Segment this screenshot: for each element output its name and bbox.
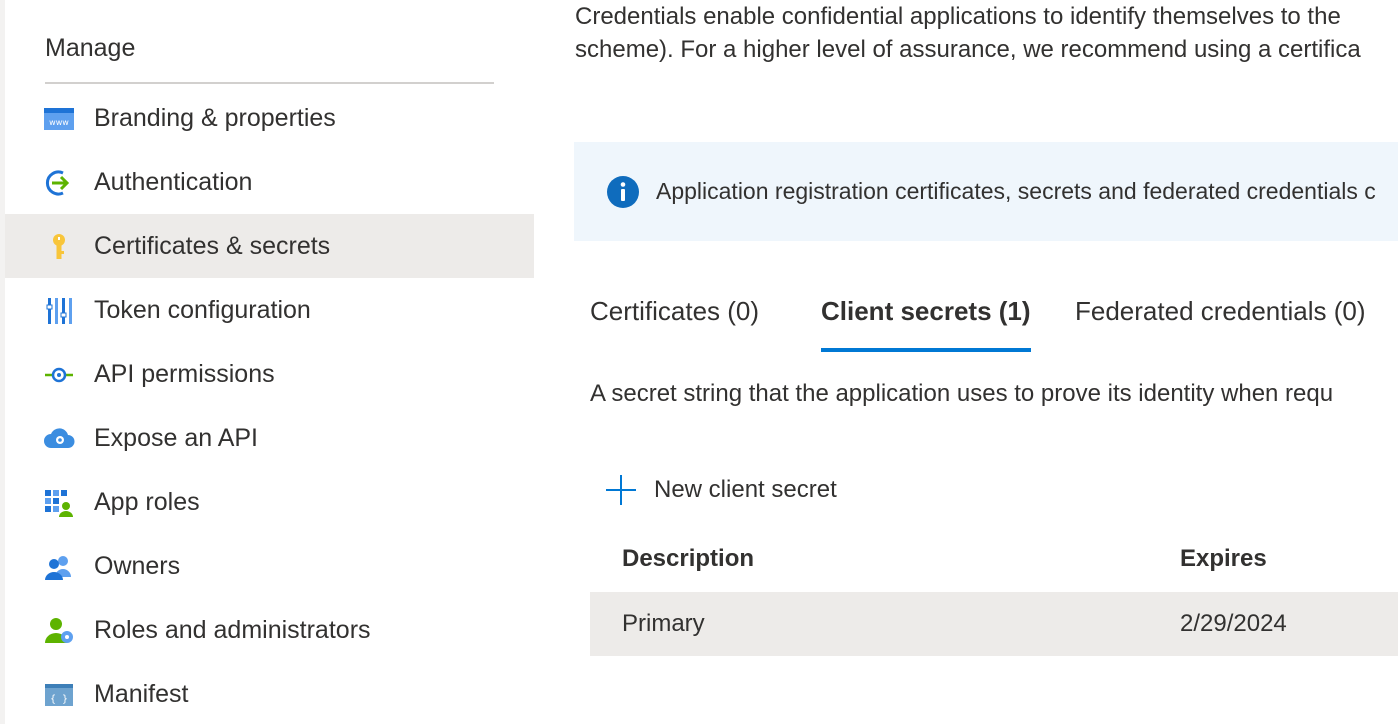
authentication-icon (43, 167, 75, 199)
sidebar-item-label: App roles (94, 487, 200, 516)
token-configuration-icon (43, 295, 75, 327)
client-secrets-table: Description Expires Primary 2/29/2024 (590, 530, 1398, 656)
sidebar-item-label: Token configuration (94, 295, 311, 324)
info-icon (607, 176, 639, 208)
sidebar-item-authentication[interactable]: Authentication (5, 150, 534, 214)
sidebar-item-label: Manifest (94, 679, 189, 708)
sidebar-item-token-configuration[interactable]: Token configuration (5, 278, 534, 342)
sidebar-item-label: Certificates & secrets (94, 231, 331, 260)
client-secrets-description: A secret string that the application use… (590, 380, 1334, 407)
svg-text:{ }: { } (50, 694, 68, 705)
sidebar-item-roles-administrators[interactable]: Roles and administrators (5, 598, 534, 662)
owners-icon (43, 551, 75, 583)
tab-label: Client secrets (1) (821, 296, 1031, 326)
sidebar-item-label: Expose an API (94, 423, 259, 452)
manifest-icon: { } (43, 679, 75, 711)
table-header: Description Expires (590, 530, 1398, 592)
table-row[interactable]: Primary 2/29/2024 (590, 592, 1398, 656)
sidebar-item-certificates-secrets[interactable]: Certificates & secrets (5, 214, 534, 278)
new-client-secret-button[interactable]: New client secret (604, 470, 837, 510)
plus-icon (604, 473, 638, 507)
secret-expires: 2/29/2024 (1180, 610, 1287, 637)
secret-description: Primary (622, 610, 705, 637)
sidebar-item-api-permissions[interactable]: API permissions (5, 342, 534, 406)
sidebar-item-label: Branding & properties (94, 103, 336, 132)
tab-client-secrets[interactable]: Client secrets (1) (821, 296, 1031, 352)
branding-icon: www (43, 103, 75, 135)
sidebar: Manage www Branding & properties Authent… (0, 0, 534, 724)
info-message-bar: Application registration certificates, s… (574, 142, 1398, 241)
intro-line-1: Credentials enable confidential applicat… (575, 3, 1341, 30)
sidebar-nav: www Branding & properties Authentication… (5, 86, 534, 726)
sidebar-item-owners[interactable]: Owners (5, 534, 534, 598)
tab-label: Certificates (0) (590, 296, 760, 326)
active-tab-indicator (821, 348, 1031, 352)
manage-section-title: Manage (45, 34, 136, 62)
main-content: Credentials enable confidential applicat… (534, 0, 1398, 724)
column-header-expires[interactable]: Expires (1180, 545, 1267, 573)
api-permissions-icon (43, 359, 75, 391)
sidebar-item-label: Roles and administrators (94, 615, 371, 644)
roles-admin-icon (43, 615, 75, 647)
tab-certificates[interactable]: Certificates (0) (590, 296, 759, 352)
app-roles-icon (43, 487, 75, 519)
sidebar-item-label: API permissions (94, 359, 275, 388)
sidebar-item-app-roles[interactable]: App roles (5, 470, 534, 534)
section-divider (45, 82, 494, 84)
intro-text: Credentials enable confidential applicat… (575, 0, 1398, 66)
intro-line-2: scheme). For a higher level of assurance… (575, 36, 1361, 63)
tab-federated-credentials[interactable]: Federated credentials (0) (1075, 296, 1365, 352)
new-client-secret-label: New client secret (654, 476, 837, 503)
tab-label: Federated credentials (0) (1075, 296, 1366, 326)
svg-text:www: www (49, 118, 69, 127)
cloud-gear-icon (43, 423, 75, 455)
sidebar-item-manifest[interactable]: { } Manifest (5, 662, 534, 726)
key-icon (43, 231, 75, 263)
sidebar-item-branding[interactable]: www Branding & properties (5, 86, 534, 150)
sidebar-item-expose-api[interactable]: Expose an API (5, 406, 534, 470)
column-header-description[interactable]: Description (622, 545, 754, 573)
sidebar-item-label: Authentication (94, 167, 253, 196)
credential-tabs: Certificates (0) Client secrets (1) Fede… (590, 296, 1398, 352)
info-message-text: Application registration certificates, s… (656, 178, 1376, 204)
sidebar-item-label: Owners (94, 551, 181, 580)
